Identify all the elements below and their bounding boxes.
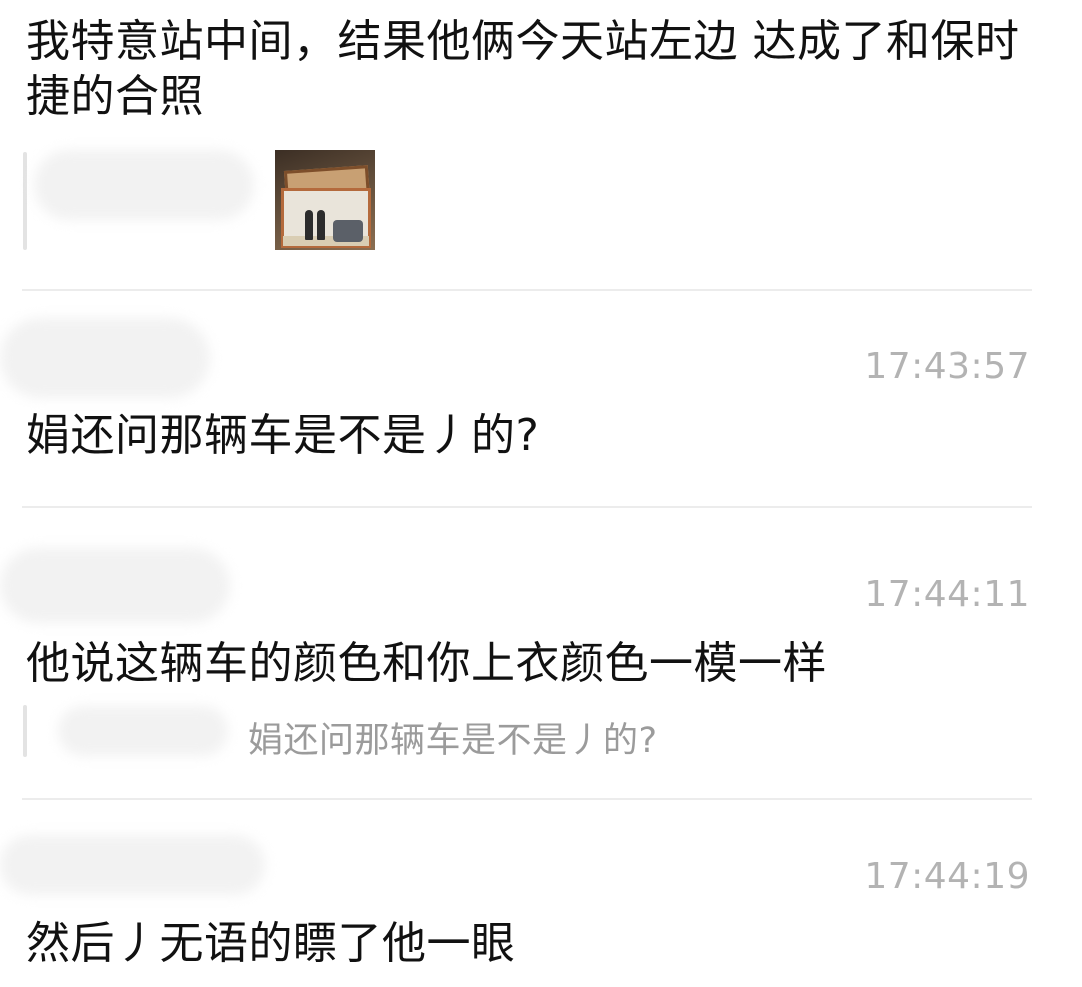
blurred-sender-name — [0, 835, 265, 895]
photo-person-1 — [305, 210, 313, 240]
message-text-4: 然后丿无语的瞟了他一眼 — [26, 918, 516, 969]
blurred-quoted-sender-name — [58, 706, 228, 756]
divider-3 — [22, 798, 1032, 800]
blurred-sender-name — [0, 318, 210, 398]
photo-thumbnail[interactable] — [275, 150, 375, 250]
photo-person-2 — [317, 210, 325, 240]
message-timestamp-2: 17:43:57 — [864, 346, 1030, 387]
quote-bar-3 — [23, 705, 27, 757]
photo-car — [333, 220, 363, 242]
message-timestamp-4: 17:44:19 — [864, 856, 1030, 897]
quoted-message-text[interactable]: 娟还问那辆车是不是丿的? — [248, 712, 658, 763]
message-timestamp-3: 17:44:11 — [864, 574, 1030, 615]
quote-bar-1 — [23, 152, 27, 250]
divider-1 — [22, 289, 1032, 291]
message-text-2: 娟还问那辆车是不是丿的? — [26, 410, 540, 461]
blurred-sender-name — [34, 150, 254, 220]
message-text-3: 他说这辆车的颜色和你上衣颜色一模一样 — [26, 638, 827, 689]
message-text-1: 我特意站中间，结果他俩今天站左边 达成了和保时捷的合照 — [26, 16, 1020, 122]
blurred-sender-name — [0, 548, 230, 623]
divider-2 — [22, 506, 1032, 508]
